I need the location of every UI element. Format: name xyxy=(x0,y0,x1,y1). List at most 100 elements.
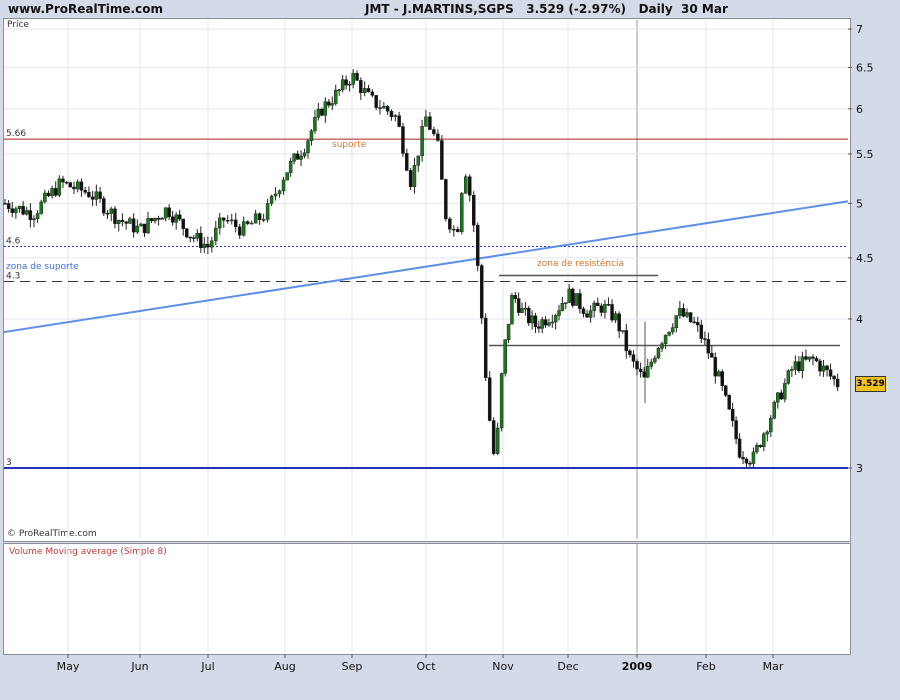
candle-body xyxy=(53,188,58,196)
candle-body xyxy=(520,308,524,313)
candle-body xyxy=(656,348,661,359)
candle-body xyxy=(192,237,196,239)
candle-body xyxy=(527,307,531,324)
candle-body xyxy=(624,330,629,352)
candle-body xyxy=(567,288,571,303)
candle-body xyxy=(285,172,289,181)
candle-body xyxy=(547,322,551,326)
candle-body xyxy=(160,217,164,220)
candle-body xyxy=(337,89,341,92)
candle-body xyxy=(233,219,238,228)
x-tick-label: Nov xyxy=(492,660,514,673)
level-label: 4.3 xyxy=(6,271,20,281)
candle-body xyxy=(543,319,548,326)
candle-body xyxy=(313,117,317,132)
candle-body xyxy=(3,203,7,205)
candle-body xyxy=(288,160,293,173)
candle-body xyxy=(202,243,207,248)
candle-body xyxy=(261,219,266,221)
candle-body xyxy=(574,293,579,306)
candle-body xyxy=(516,298,521,313)
candle-body xyxy=(277,190,282,195)
candle-body xyxy=(821,365,826,372)
candle-body xyxy=(405,153,409,171)
candle-body xyxy=(620,330,625,332)
candle-body xyxy=(397,115,401,127)
candle-body xyxy=(124,221,128,224)
candle-body xyxy=(734,420,738,440)
candle-body xyxy=(177,214,182,220)
candle-body xyxy=(471,194,476,226)
candle-body xyxy=(163,207,168,219)
candle-body xyxy=(835,378,840,388)
candle-body xyxy=(351,72,355,85)
candle-body xyxy=(617,313,621,332)
candle-body xyxy=(210,240,214,248)
candle-body xyxy=(578,293,582,309)
candle-body xyxy=(184,228,189,238)
candle-body xyxy=(306,140,310,154)
candle-body xyxy=(302,152,307,157)
candle-body xyxy=(382,105,386,109)
price-chart[interactable]: May Jun Jul Aug Sep Oct Nov Dec 2009 Feb Mar 7 6.5 6 5… xyxy=(0,0,900,700)
candle-body xyxy=(79,181,84,191)
candle-body xyxy=(660,343,664,349)
y-tick-label: 3 xyxy=(856,462,863,475)
candle-body xyxy=(479,265,484,319)
candle-body xyxy=(592,302,596,311)
candle-body xyxy=(506,323,511,340)
candle-body xyxy=(281,179,286,192)
candle-body xyxy=(149,218,154,222)
candle-body xyxy=(585,313,589,318)
x-tick-label: Feb xyxy=(696,660,715,673)
candle-body xyxy=(366,88,371,93)
candle-body xyxy=(581,308,586,314)
candle-body xyxy=(713,357,718,377)
candle-body xyxy=(135,225,140,233)
x-tick-label: Oct xyxy=(416,660,436,673)
candle-body xyxy=(491,420,496,454)
level-label: 5.66 xyxy=(6,129,26,139)
candle-body xyxy=(195,232,200,239)
candle-body xyxy=(811,356,815,359)
candle-body xyxy=(21,206,25,215)
candle-body xyxy=(355,72,359,81)
candle-body xyxy=(139,223,143,227)
candle-body xyxy=(269,195,274,204)
candle-body xyxy=(128,218,132,224)
candle-body xyxy=(599,305,604,313)
candle-body xyxy=(273,193,278,197)
candle-body xyxy=(83,190,87,193)
candle-body xyxy=(146,218,150,234)
x-tick-label: Dec xyxy=(557,660,578,673)
candle-body xyxy=(832,376,836,380)
candle-body xyxy=(744,458,749,464)
candle-body xyxy=(613,313,618,321)
candle-body xyxy=(436,133,440,141)
candle-body xyxy=(420,126,424,157)
candle-body xyxy=(818,360,822,372)
candle-body xyxy=(6,203,11,209)
candle-body xyxy=(727,395,731,410)
candle-body xyxy=(14,208,18,213)
candle-body xyxy=(241,221,246,236)
x-tick-label: Aug xyxy=(274,660,295,673)
annotation-support: suporte xyxy=(332,140,367,150)
candle-body xyxy=(550,321,555,324)
annotation-support-zone: zona de suporte xyxy=(6,262,79,272)
candle-body xyxy=(741,457,745,460)
candle-body xyxy=(487,377,492,421)
candle-body xyxy=(90,196,95,200)
candle-body xyxy=(642,371,646,378)
candle-body xyxy=(393,115,398,117)
candle-body xyxy=(553,315,558,323)
candle-body xyxy=(102,198,106,214)
candle-body xyxy=(631,354,636,362)
candle-body xyxy=(828,369,833,377)
candle-body xyxy=(699,324,704,339)
candle-body xyxy=(560,303,565,311)
candle-body xyxy=(737,438,742,458)
candle-body xyxy=(681,308,686,317)
x-tick-label: May xyxy=(57,660,80,673)
candle-body xyxy=(456,228,460,233)
